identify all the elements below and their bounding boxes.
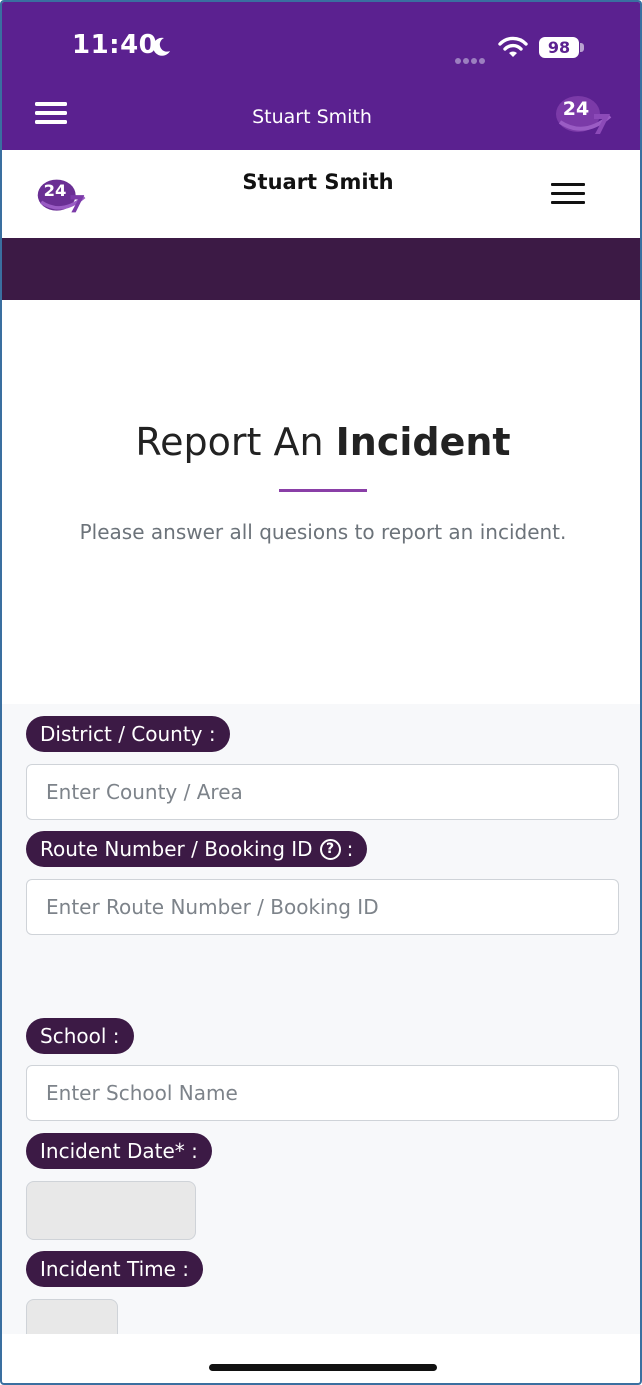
help-icon[interactable]: ? xyxy=(319,838,341,860)
incident-date-input[interactable] xyxy=(26,1181,196,1240)
page-title: Report An Incident xyxy=(2,420,640,464)
site-title: Stuart Smith xyxy=(242,170,394,194)
page-title-plain: Report An xyxy=(135,420,336,464)
app-bar: 11:40 98 Stuart Smith 24 xyxy=(2,2,640,150)
school-label: School : xyxy=(26,1018,134,1054)
district-label: District / County : xyxy=(26,716,230,752)
home-indicator[interactable] xyxy=(209,1364,437,1371)
app-title: Stuart Smith xyxy=(252,106,372,128)
incident-time-input[interactable] xyxy=(26,1299,118,1334)
incident-date-label: Incident Date* : xyxy=(26,1133,212,1169)
moon-icon xyxy=(150,36,172,62)
route-label: Route Number / Booking ID ? : xyxy=(26,831,368,867)
page-title-bold: Incident xyxy=(335,420,511,464)
incident-date-label-text: Incident Date* : xyxy=(40,1139,198,1163)
app-logo-icon[interactable]: 24 xyxy=(554,92,612,142)
wifi-icon xyxy=(498,35,528,63)
page-subtitle: Please answer all quesions to report an … xyxy=(79,520,567,544)
site-hamburger-menu-icon[interactable] xyxy=(551,183,585,209)
route-label-suffix: : xyxy=(346,837,354,861)
site-header: 24 Stuart Smith xyxy=(2,150,640,238)
title-divider xyxy=(279,489,367,492)
route-label-text: Route Number / Booking ID xyxy=(40,837,313,861)
district-label-text: District / County : xyxy=(40,722,216,746)
banner-strip xyxy=(2,238,640,300)
status-time: 11:40 xyxy=(72,30,158,60)
incident-time-label: Incident Time : xyxy=(26,1251,204,1287)
app-logo-text: 24 xyxy=(563,98,589,120)
cellular-dots-icon xyxy=(454,50,488,69)
battery-tip xyxy=(580,43,584,52)
school-label-text: School : xyxy=(40,1024,120,1048)
battery-icon: 98 xyxy=(539,37,579,58)
school-input[interactable] xyxy=(26,1065,619,1121)
screen: 11:40 98 Stuart Smith 24 24 Stuart Smith… xyxy=(0,0,642,1385)
district-input[interactable] xyxy=(26,764,619,820)
incident-time-label-text: Incident Time : xyxy=(40,1257,190,1281)
route-input[interactable] xyxy=(26,879,619,935)
